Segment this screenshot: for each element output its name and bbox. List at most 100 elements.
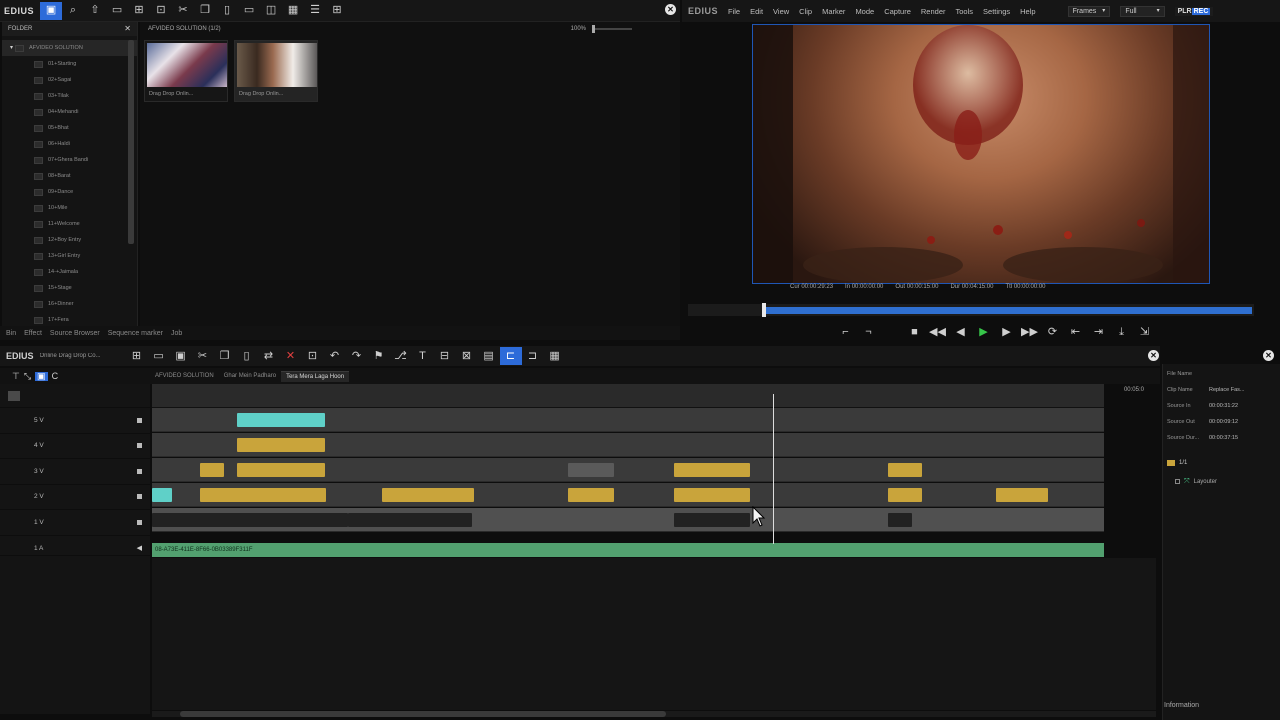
folder-item[interactable]: 08+Barat: [2, 168, 137, 184]
link-mode-icon[interactable]: ⤡: [24, 371, 31, 381]
audio-clip[interactable]: 08-A73E-411E-8F66-0B03389F311F: [152, 543, 1104, 557]
clip[interactable]: [348, 513, 472, 527]
clip[interactable]: [200, 463, 224, 477]
set-in-icon[interactable]: ⌐: [836, 323, 855, 341]
prev-edit-icon[interactable]: ⇤: [1066, 323, 1085, 341]
menu-marker[interactable]: Marker: [822, 7, 845, 16]
step-forward-icon[interactable]: ▶: [997, 323, 1016, 341]
sync-mode-icon[interactable]: C: [52, 371, 59, 381]
next-edit-icon[interactable]: ⇥: [1089, 323, 1108, 341]
clip[interactable]: [237, 438, 325, 452]
cut-icon[interactable]: ✂: [192, 347, 214, 365]
redo-icon[interactable]: ↷: [346, 347, 368, 365]
track-1v[interactable]: [152, 508, 1104, 532]
sync-icon[interactable]: ⊐: [522, 347, 544, 365]
sequence-tab[interactable]: Ghar Mein Padharo: [219, 371, 281, 381]
insert-icon[interactable]: ⤓: [1112, 323, 1131, 341]
menu-tools[interactable]: Tools: [956, 7, 974, 16]
play-icon[interactable]: ▶: [974, 323, 993, 341]
folder-item[interactable]: 11+Welcome: [2, 216, 137, 232]
clip[interactable]: [237, 413, 325, 427]
timeline-close-icon[interactable]: ✕: [1148, 350, 1159, 361]
sequence-tab-active[interactable]: Tera Mera Laga Hoon: [281, 370, 350, 382]
stop-icon[interactable]: ■: [905, 323, 924, 341]
monitor-icon[interactable]: ▭: [238, 2, 260, 20]
lock-icon[interactable]: [137, 443, 142, 449]
folder-item[interactable]: 05+Bhat: [2, 120, 137, 136]
lock-icon[interactable]: [137, 468, 142, 474]
title-icon[interactable]: T: [412, 347, 434, 365]
fast-forward-icon[interactable]: ▶▶: [1020, 323, 1039, 341]
open-folder-icon[interactable]: ▭: [106, 2, 128, 20]
speaker-icon[interactable]: ◀: [137, 545, 142, 552]
folder-item[interactable]: 06+Haldi: [2, 136, 137, 152]
clip[interactable]: [382, 488, 474, 502]
ripple-mode-icon[interactable]: ▣: [35, 371, 48, 381]
menu-render[interactable]: Render: [921, 7, 946, 16]
folder-item[interactable]: 01+Starting: [2, 56, 137, 72]
copy-icon[interactable]: ❐: [214, 347, 236, 365]
preview-monitor[interactable]: [752, 24, 1210, 284]
track-header[interactable]: 4 V: [0, 434, 150, 459]
undo-icon[interactable]: ↶: [324, 347, 346, 365]
list-view-icon[interactable]: ☰: [304, 2, 326, 20]
paste-icon[interactable]: ▯: [236, 347, 258, 365]
menu-capture[interactable]: Capture: [884, 7, 911, 16]
track-header[interactable]: 5 V: [0, 408, 150, 434]
sequence-icon[interactable]: ⊞: [126, 347, 148, 365]
copy-icon[interactable]: ❐: [194, 2, 216, 20]
folder-close-icon[interactable]: ✕: [124, 25, 131, 33]
trim-icon[interactable]: ⊠: [456, 347, 478, 365]
plr-rec-toggle[interactable]: PLR REC: [1174, 6, 1214, 16]
clip[interactable]: [674, 463, 750, 477]
mixer-icon[interactable]: ▤: [478, 347, 500, 365]
folder-root[interactable]: ▾ AFVIDEO SOLUTION: [2, 40, 137, 56]
split-icon[interactable]: ⎇: [390, 347, 412, 365]
folder-item[interactable]: 07+Ghera Bandi: [2, 152, 137, 168]
frames-dropdown[interactable]: Frames ▾: [1067, 5, 1111, 17]
ripple-delete-icon[interactable]: ⊡: [302, 347, 324, 365]
save-icon[interactable]: ▣: [170, 347, 192, 365]
clip[interactable]: [888, 513, 912, 527]
lock-icon[interactable]: [137, 494, 142, 500]
clip[interactable]: [674, 488, 750, 502]
track-header[interactable]: 3 V: [0, 459, 150, 485]
thumbnail-view-icon[interactable]: ⊞: [326, 2, 348, 20]
loop-icon[interactable]: ⟳: [1043, 323, 1062, 341]
track-header[interactable]: 1 V: [0, 510, 150, 536]
export-icon[interactable]: ⇲: [1135, 323, 1154, 341]
replace-icon[interactable]: ⇄: [258, 347, 280, 365]
settings-icon[interactable]: ▦: [544, 347, 566, 365]
menu-edit[interactable]: Edit: [750, 7, 763, 16]
folder-item[interactable]: 12+Boy Entry: [2, 232, 137, 248]
delete-icon[interactable]: ▦: [282, 2, 304, 20]
rewind-icon[interactable]: ◀◀: [928, 323, 947, 341]
info-close-icon[interactable]: ✕: [1263, 350, 1274, 361]
paste-icon[interactable]: ▯: [216, 2, 238, 20]
clip[interactable]: [237, 463, 325, 477]
marker-icon[interactable]: ⚑: [368, 347, 390, 365]
bin-close-icon[interactable]: ✕: [665, 4, 676, 15]
track-header-control[interactable]: [8, 390, 20, 401]
folder-item[interactable]: 10+Mile: [2, 200, 137, 216]
delete-red-icon[interactable]: ✕: [280, 347, 302, 365]
snap-icon[interactable]: ⊏: [499, 347, 522, 365]
tab-job[interactable]: Job: [171, 330, 182, 337]
bin-view-icon[interactable]: ▣: [40, 1, 63, 20]
lock-icon[interactable]: [137, 417, 142, 423]
clip[interactable]: [888, 488, 922, 502]
folder-item[interactable]: 02+Sagai: [2, 72, 137, 88]
tab-information[interactable]: Information: [1164, 702, 1199, 709]
track-4v[interactable]: [152, 433, 1104, 457]
folder-item[interactable]: 15+Stage: [2, 280, 137, 296]
collapse-icon[interactable]: ▾: [10, 45, 13, 51]
timeline-ruler[interactable]: 00:05:0: [152, 384, 1144, 408]
tab-source-browser[interactable]: Source Browser: [50, 330, 100, 337]
tab-sequence-marker[interactable]: Sequence marker: [108, 330, 163, 337]
track-3v[interactable]: [152, 458, 1104, 482]
sequence-tab[interactable]: AFVIDEO SOLUTION: [150, 371, 219, 381]
menu-mode[interactable]: Mode: [855, 7, 874, 16]
clip[interactable]: [200, 488, 326, 502]
clip[interactable]: [674, 513, 750, 527]
timeline-mode-icon[interactable]: ⊤: [12, 371, 20, 381]
